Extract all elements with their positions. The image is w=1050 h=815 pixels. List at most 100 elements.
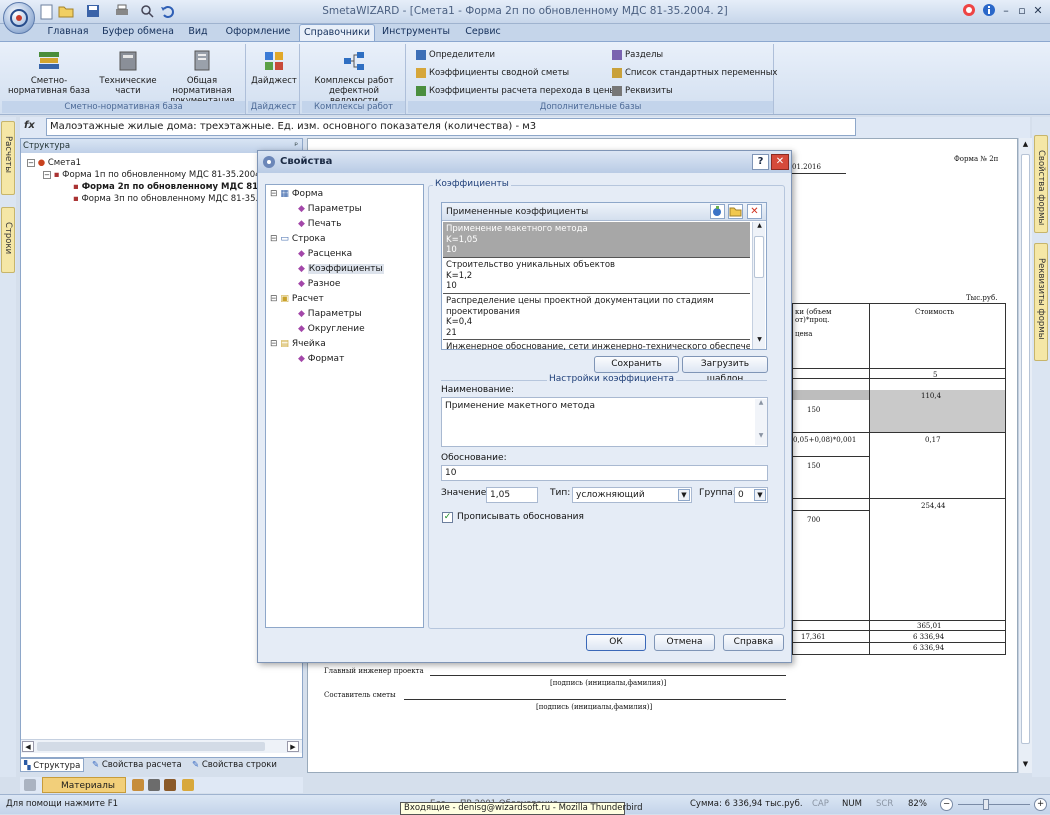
- cancel-button[interactable]: Отмена: [654, 634, 715, 651]
- scroll-down-icon[interactable]: ▼: [754, 336, 765, 346]
- type-select[interactable]: усложняющий ▼: [572, 487, 692, 503]
- ok-button[interactable]: ОК: [586, 634, 646, 651]
- info-icon[interactable]: [982, 3, 998, 19]
- applied-item[interactable]: Распределение цены проектной документаци…: [443, 294, 750, 340]
- applied-item[interactable]: Инженерное обоснование, сети инженерно-т…: [443, 340, 750, 350]
- machinery-icon[interactable]: [132, 779, 144, 791]
- equipment-icon[interactable]: [164, 779, 176, 791]
- tree-node-row-coefficients[interactable]: ◆ Коэффициенты: [270, 262, 420, 277]
- basis-input[interactable]: 10: [441, 465, 768, 481]
- tree-node-cell-format[interactable]: ◆ Формат: [270, 352, 420, 367]
- tree-node-form-print[interactable]: ◆ Печать: [270, 217, 420, 232]
- zoom-slider-thumb[interactable]: [983, 799, 989, 810]
- tree-node-cell[interactable]: ⊟ ▤ Ячейка: [270, 337, 420, 352]
- horizontal-scrollbar[interactable]: ◀ ▶: [21, 739, 302, 753]
- status-hint: Для помощи нажмите F1: [6, 799, 119, 809]
- basket-icon[interactable]: [24, 779, 36, 791]
- scroll-thumb[interactable]: [1021, 154, 1030, 744]
- left-tab-rows[interactable]: Строки: [1, 207, 15, 273]
- technical-parts-button[interactable]: Технические части: [98, 48, 158, 96]
- save-icon[interactable]: [86, 4, 102, 20]
- scroll-up-icon[interactable]: ▲: [1020, 140, 1031, 150]
- tab-tools[interactable]: Инструменты: [378, 24, 454, 41]
- tree-node-row[interactable]: ⊟ ▭ Строка: [270, 232, 420, 247]
- save-template-button[interactable]: Сохранить шаблон: [594, 356, 679, 384]
- open-folder-icon[interactable]: [58, 4, 74, 20]
- tree-node-form[interactable]: ⊟ ▦ Форма: [270, 187, 420, 202]
- lifebuoy-icon[interactable]: [962, 3, 978, 19]
- tree-node-calc-params[interactable]: ◆ Параметры: [270, 307, 420, 322]
- load-template-button[interactable]: Загрузить шаблон: [682, 356, 768, 384]
- applied-item[interactable]: Строительство уникальных объектов K=1,2 …: [443, 258, 750, 294]
- applied-item[interactable]: Применение макетного метода K=1,05 10: [443, 222, 750, 258]
- resources-icon[interactable]: [182, 779, 194, 791]
- scrollbar-thumb[interactable]: [37, 742, 265, 751]
- new-doc-icon[interactable]: [40, 4, 56, 20]
- tree-node-row-misc[interactable]: ◆ Разное: [270, 277, 420, 292]
- determinants-button[interactable]: Определители: [416, 47, 495, 63]
- requisites-button[interactable]: Реквизиты: [612, 83, 673, 99]
- chevron-down-icon[interactable]: ▼: [678, 489, 690, 501]
- group-select[interactable]: 0 ▼: [734, 487, 768, 503]
- tree-node-form-params[interactable]: ◆ Параметры: [270, 202, 420, 217]
- scroll-up-icon[interactable]: ▲: [754, 222, 765, 232]
- print-icon[interactable]: [114, 4, 130, 20]
- variables-button[interactable]: Список стандартных переменных: [612, 65, 777, 81]
- chevron-down-icon[interactable]: ▼: [754, 489, 766, 501]
- help-button[interactable]: Справка: [723, 634, 784, 651]
- scroll-thumb[interactable]: [754, 236, 764, 278]
- print-preview-icon[interactable]: [140, 4, 156, 20]
- structure-bottom-tabs: ▚ Структура ✎ Свойства расчета ✎ Свойств…: [20, 758, 303, 772]
- tree-node-calc[interactable]: ⊟ ▣ Расчет: [270, 292, 420, 307]
- application-menu-button[interactable]: [3, 2, 35, 34]
- left-tab-calculations[interactable]: Расчеты: [1, 121, 15, 195]
- delete-coefficient-icon[interactable]: ✕: [747, 204, 762, 219]
- workers-icon[interactable]: [148, 779, 160, 791]
- help-icon[interactable]: ?: [752, 154, 769, 170]
- right-tab-form-properties[interactable]: Свойства формы: [1034, 135, 1048, 233]
- sections-icon: [612, 49, 622, 60]
- list-scrollbar[interactable]: ▲ ▼: [752, 222, 765, 349]
- transition-coef-button[interactable]: Коэффициенты расчета перехода в цены: [416, 83, 616, 99]
- vertical-scrollbar[interactable]: ▲ ▼: [1018, 138, 1032, 773]
- zoom-in-icon[interactable]: +: [1034, 798, 1047, 811]
- open-folder-icon[interactable]: [728, 204, 743, 219]
- tab-calc-properties[interactable]: ✎ Свойства расчета: [92, 758, 182, 772]
- tab-structure[interactable]: ▚ Структура: [20, 758, 85, 772]
- work-complexes-button[interactable]: Комплексы работ дефектной ведомости: [304, 48, 404, 106]
- value-cell: 365,01: [917, 622, 942, 630]
- zoom-slider-track[interactable]: [958, 804, 1030, 805]
- value-input[interactable]: 1,05: [486, 487, 538, 503]
- tab-formatting[interactable]: Оформление: [220, 24, 296, 41]
- tree-node-calc-rounding[interactable]: ◆ Округление: [270, 322, 420, 337]
- restore-icon[interactable]: ▫: [1014, 3, 1030, 19]
- tab-clipboard[interactable]: Буфер обмена: [98, 24, 178, 41]
- scroll-down-icon[interactable]: ▼: [1020, 760, 1031, 770]
- tab-references[interactable]: Справочники: [299, 24, 375, 41]
- add-coefficient-icon[interactable]: [710, 204, 725, 219]
- undo-icon[interactable]: [160, 4, 176, 20]
- sections-button[interactable]: Разделы: [612, 47, 663, 63]
- tab-home[interactable]: Главная: [40, 24, 96, 41]
- digest-button[interactable]: Дайджест: [250, 48, 298, 86]
- materials-button[interactable]: Материалы: [42, 777, 126, 793]
- general-docs-button[interactable]: Общая нормативная документация: [160, 48, 244, 106]
- minimize-icon[interactable]: –: [998, 3, 1014, 19]
- value-cell: 0,17: [925, 436, 941, 444]
- close-window-icon[interactable]: ✕: [1030, 3, 1046, 19]
- tab-view[interactable]: Вид: [180, 24, 216, 41]
- tree-node-row-rate[interactable]: ◆ Расценка: [270, 247, 420, 262]
- formula-input[interactable]: Малоэтажные жилые дома: трехэтажные. Ед.…: [46, 118, 856, 136]
- close-icon[interactable]: ✕: [771, 154, 789, 170]
- tab-service[interactable]: Сервис: [458, 24, 508, 41]
- row-line: [793, 630, 1005, 631]
- tab-row-properties[interactable]: ✎ Свойства строки: [192, 758, 277, 772]
- write-basis-checkbox[interactable]: ✓: [442, 512, 453, 523]
- ribbon: Сметно-нормативная база Технические част…: [0, 41, 1050, 115]
- textarea-scrollbar[interactable]: ▲ ▼: [755, 399, 767, 445]
- summary-coef-button[interactable]: Коэффициенты сводной сметы: [416, 65, 569, 81]
- name-textarea[interactable]: Применение макетного метода ▲ ▼: [441, 397, 768, 447]
- zoom-out-icon[interactable]: −: [940, 798, 953, 811]
- normative-base-button[interactable]: Сметно-нормативная база: [4, 48, 94, 96]
- right-tab-form-requisites[interactable]: Реквизиты формы: [1034, 243, 1048, 361]
